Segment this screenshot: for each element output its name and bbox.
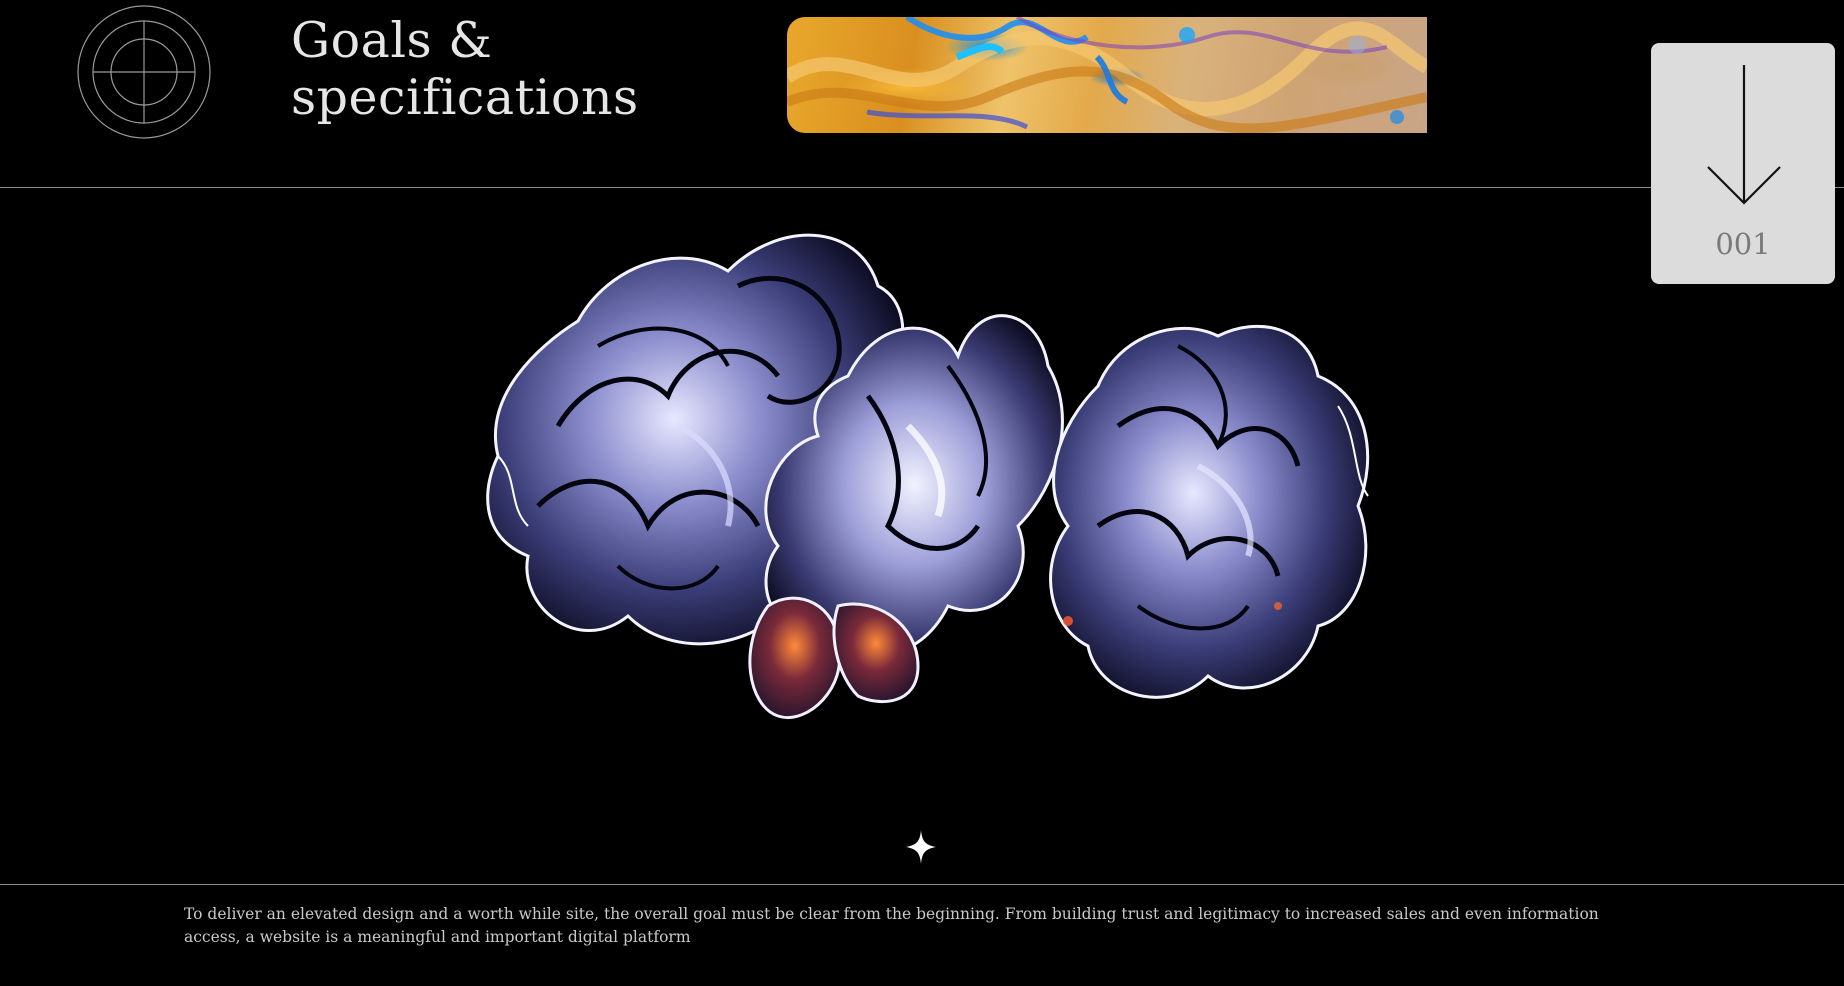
arrow-down-icon <box>1707 65 1781 205</box>
page-title-line-2: specifications <box>291 69 639 126</box>
page-title: Goals & specifications <box>291 12 639 126</box>
scroll-down-button[interactable]: 001 <box>1651 43 1835 284</box>
goals-specifications-page: Goals & specifications 001 To deliver an… <box>0 0 1844 986</box>
crosshair-circle-icon <box>77 5 211 139</box>
liquid-marble-banner-image <box>787 17 1427 133</box>
header-divider <box>0 187 1844 188</box>
section-number: 001 <box>1715 227 1771 261</box>
goals-description: To deliver an elevated design and a wort… <box>184 905 1599 946</box>
marble-swirl-graphic <box>787 17 1427 133</box>
chrome-flower-sculpture-image <box>486 233 1370 719</box>
page-title-line-1: Goals & <box>291 12 493 69</box>
footer-divider <box>0 884 1844 885</box>
four-point-star-icon <box>906 830 936 864</box>
